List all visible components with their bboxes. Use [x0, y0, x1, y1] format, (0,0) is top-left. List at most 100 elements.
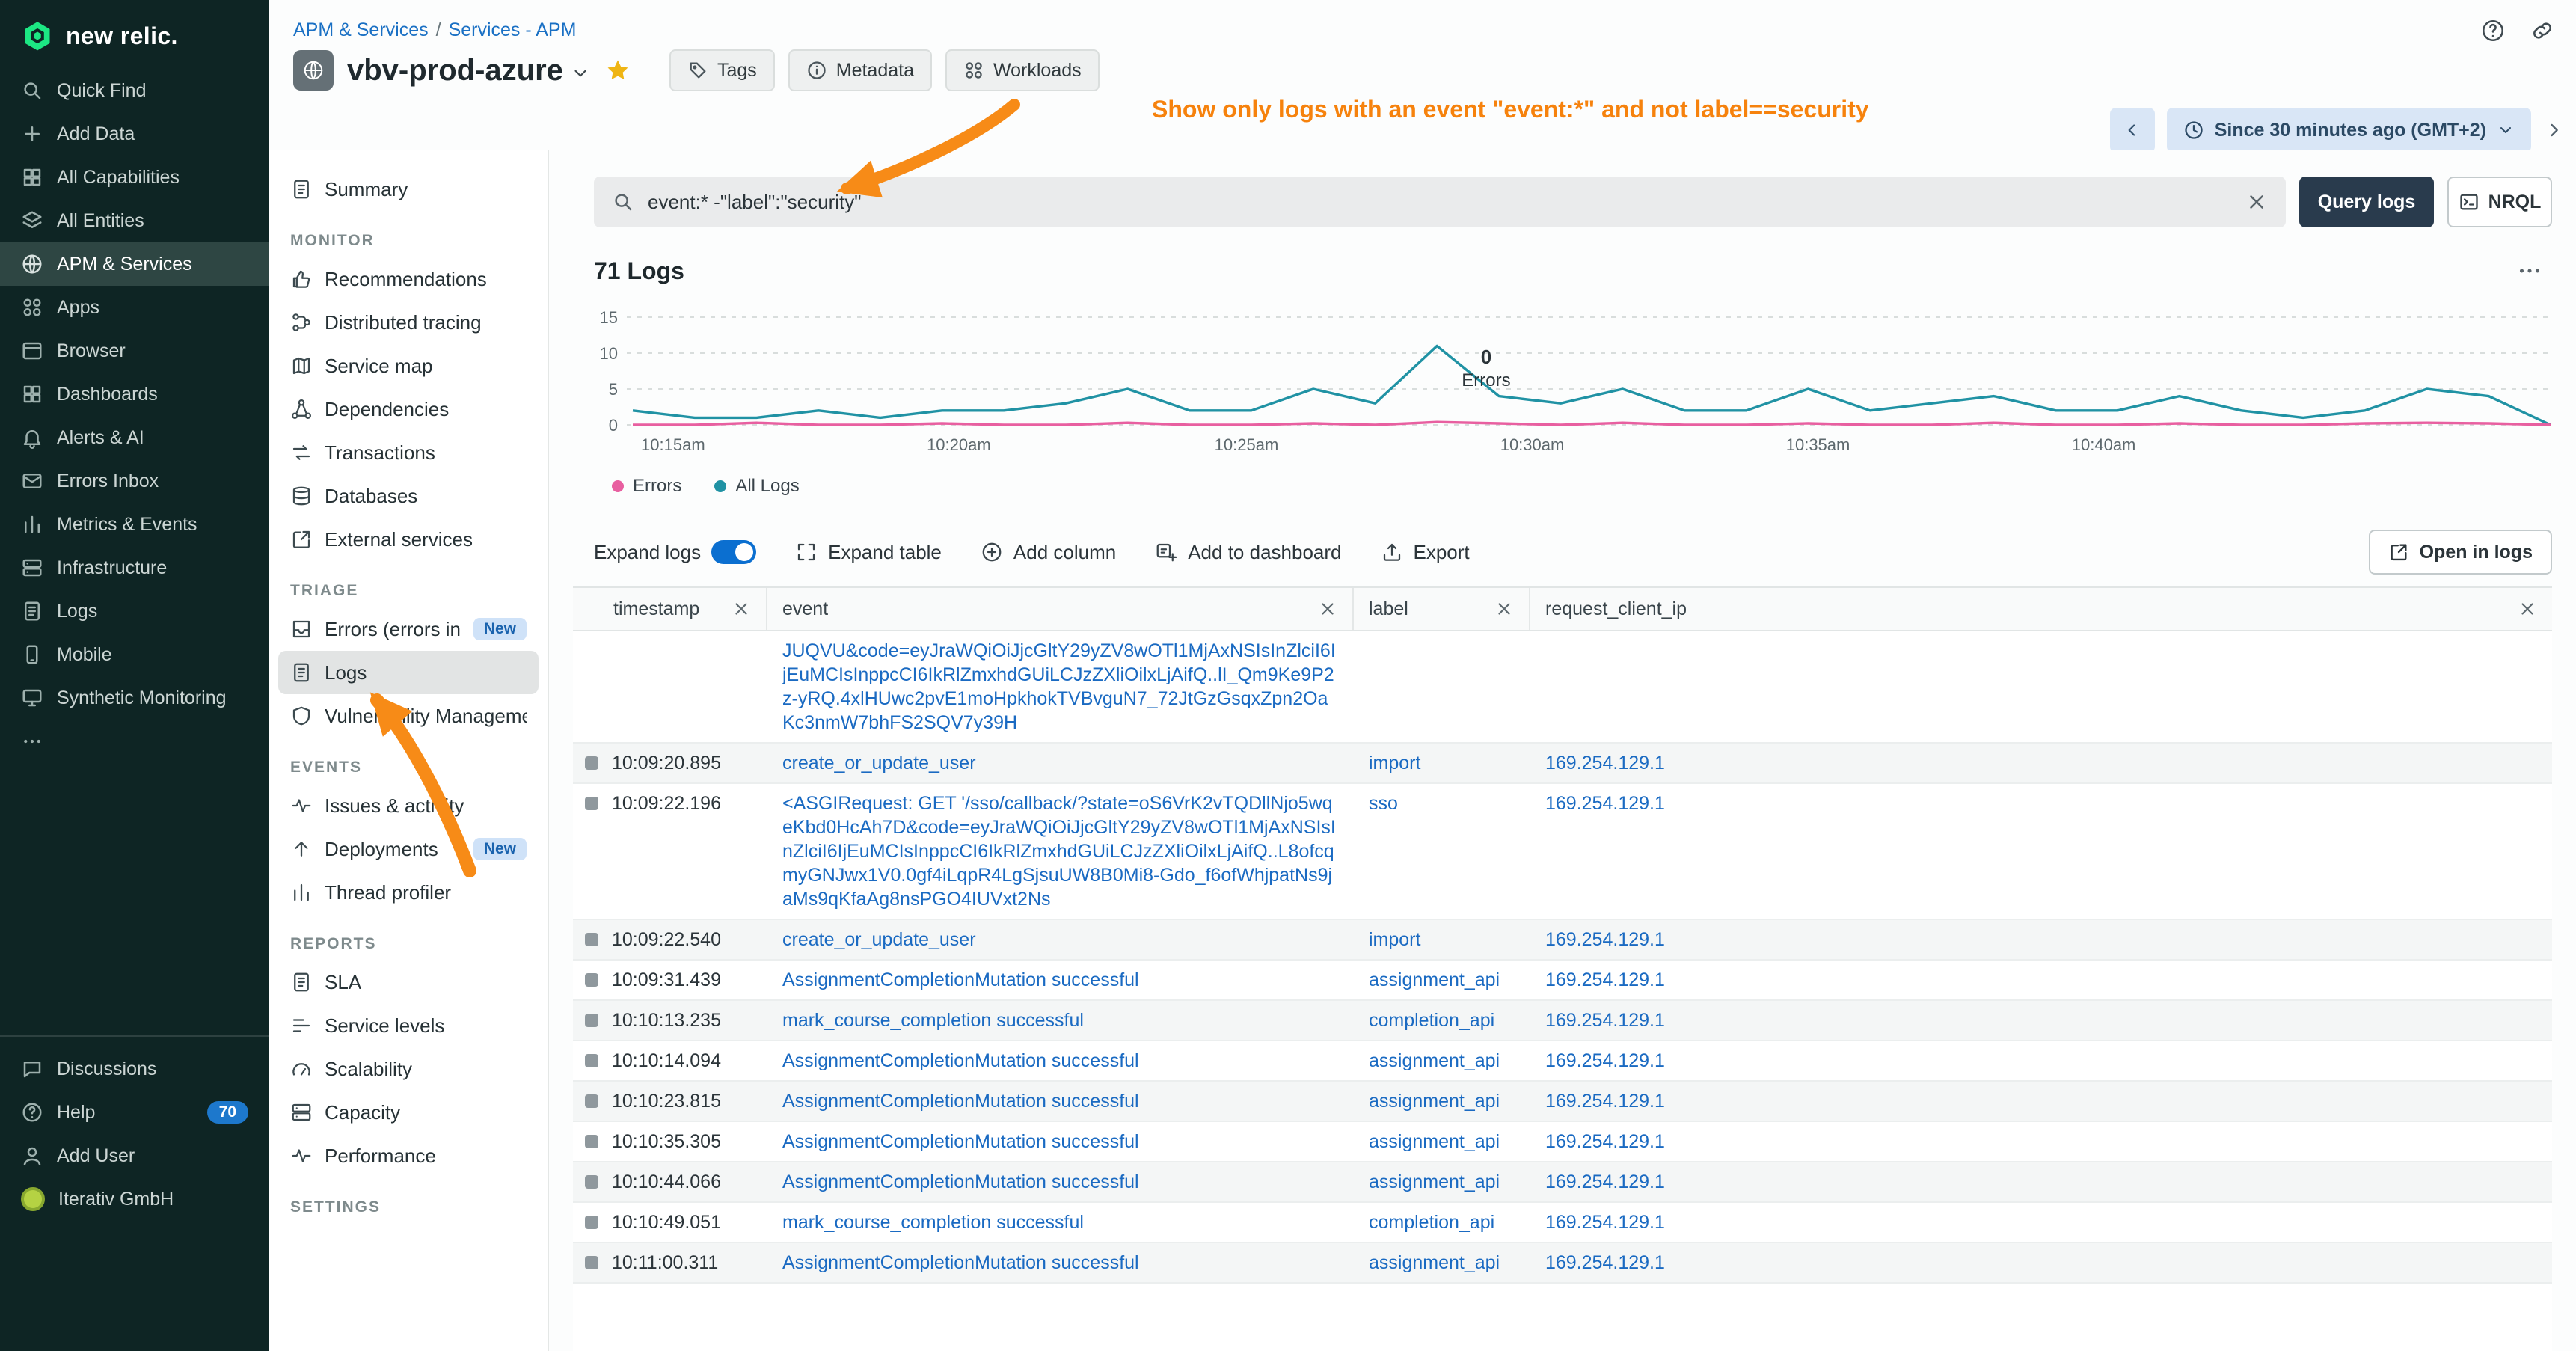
sidebar-item-quick-find[interactable]: Quick Find [0, 69, 269, 112]
query-logs-button[interactable]: Query logs [2299, 177, 2434, 227]
event-link[interactable]: AssignmentCompletionMutation successful [782, 1252, 1139, 1273]
expand-table-button[interactable]: Expand table [795, 541, 942, 564]
table-row[interactable]: 10:09:20.895 create_or_update_user impor… [573, 744, 2552, 784]
request-ip-link[interactable]: 169.254.129.1 [1545, 753, 1665, 773]
sidebar-item-logs[interactable]: Logs [0, 589, 269, 633]
remove-column-icon[interactable] [1494, 599, 1514, 619]
expand-logs-toggle[interactable] [711, 540, 756, 564]
subnav-item-performance[interactable]: Performance [278, 1134, 539, 1177]
table-row[interactable]: 10:09:22.540 create_or_update_user impor… [573, 920, 2552, 961]
request-ip-link[interactable]: 169.254.129.1 [1545, 1131, 1665, 1152]
event-link[interactable]: mark_course_completion successful [782, 1212, 1084, 1233]
table-row[interactable]: 10:11:00.311 AssignmentCompletionMutatio… [573, 1243, 2552, 1284]
event-link[interactable]: JUQVU&code=eyJraWQiOiJjcGltY29yZV8wOTl1M… [782, 640, 1336, 733]
label-link[interactable]: assignment_api [1369, 1171, 1500, 1192]
label-link[interactable]: assignment_api [1369, 1252, 1500, 1273]
workloads-button[interactable]: Workloads [945, 49, 1100, 91]
sidebar-item-browser[interactable]: Browser [0, 329, 269, 373]
request-ip-link[interactable]: 169.254.129.1 [1545, 1252, 1665, 1273]
open-in-logs-button[interactable]: Open in logs [2369, 530, 2552, 575]
table-row[interactable]: JUQVU&code=eyJraWQiOiJjcGltY29yZV8wOTl1M… [573, 631, 2552, 744]
sidebar-item-dashboards[interactable]: Dashboards [0, 373, 269, 416]
table-row[interactable]: 10:10:13.235 mark_course_completion succ… [573, 1001, 2552, 1041]
permalink-icon[interactable] [2530, 18, 2555, 43]
log-query-input[interactable] [648, 191, 2232, 214]
sidebar-item-discussions[interactable]: Discussions [0, 1047, 269, 1091]
add-column-button[interactable]: Add column [981, 541, 1116, 564]
sidebar-item-metrics-events[interactable]: Metrics & Events [0, 503, 269, 546]
help-icon[interactable] [2480, 18, 2506, 43]
table-row[interactable]: 10:10:35.305 AssignmentCompletionMutatio… [573, 1122, 2552, 1162]
favorite-star-icon[interactable] [605, 58, 631, 83]
subnav-item-errors-errors-inb[interactable]: Errors (errors inb...New [278, 607, 539, 651]
subnav-item-dependencies[interactable]: Dependencies [278, 387, 539, 431]
breadcrumb-link-apm-services[interactable]: APM & Services [293, 19, 429, 40]
newrelic-logo[interactable]: new relic. [0, 0, 269, 69]
event-link[interactable]: <ASGIRequest: GET '/sso/callback/?state=… [782, 793, 1336, 910]
event-link[interactable]: create_or_update_user [782, 753, 976, 773]
legend-item-all-logs[interactable]: All Logs [714, 476, 799, 497]
sidebar-item-add-user[interactable]: Add User [0, 1134, 269, 1177]
entity-chevron-down-icon[interactable] [571, 64, 590, 83]
table-row[interactable]: 10:10:44.066 AssignmentCompletionMutatio… [573, 1162, 2552, 1203]
subnav-item-recommendations[interactable]: Recommendations [278, 257, 539, 301]
request-ip-link[interactable]: 169.254.129.1 [1545, 1010, 1665, 1031]
sidebar-item-mobile[interactable]: Mobile [0, 633, 269, 676]
subnav-item-deployments[interactable]: DeploymentsNew [278, 827, 539, 871]
tags-button[interactable]: Tags [669, 49, 775, 91]
event-link[interactable]: mark_course_completion successful [782, 1010, 1084, 1031]
label-link[interactable]: completion_api [1369, 1212, 1494, 1233]
subnav-item-issues-activity[interactable]: Issues & activity [278, 784, 539, 827]
request-ip-link[interactable]: 169.254.129.1 [1545, 969, 1665, 990]
subnav-item-logs[interactable]: Logs [278, 651, 539, 694]
label-link[interactable]: completion_api [1369, 1010, 1494, 1031]
request-ip-link[interactable]: 169.254.129.1 [1545, 793, 1665, 814]
label-link[interactable]: sso [1369, 793, 1398, 814]
label-link[interactable]: import [1369, 753, 1420, 773]
event-link[interactable]: AssignmentCompletionMutation successful [782, 1091, 1139, 1112]
event-link[interactable]: AssignmentCompletionMutation successful [782, 1131, 1139, 1152]
subnav-item-transactions[interactable]: Transactions [278, 431, 539, 474]
sidebar-item-infrastructure[interactable]: Infrastructure [0, 546, 269, 589]
subnav-item-thread-profiler[interactable]: Thread profiler [278, 871, 539, 914]
sidebar-item-apps[interactable]: Apps [0, 286, 269, 329]
subnav-item-summary[interactable]: Summary [278, 168, 539, 211]
time-range-picker[interactable]: Since 30 minutes ago (GMT+2) [2167, 108, 2531, 153]
label-link[interactable]: assignment_api [1369, 969, 1500, 990]
chart-menu-icon[interactable] [2516, 257, 2543, 284]
nrql-button[interactable]: NRQL [2447, 177, 2552, 227]
remove-column-icon[interactable] [1318, 599, 1337, 619]
subnav-item-external-services[interactable]: External services [278, 518, 539, 561]
legend-item-errors[interactable]: Errors [612, 476, 681, 497]
sidebar-item-iterativ-gmbh[interactable]: Iterativ GmbH [0, 1177, 269, 1221]
subnav-item-vulnerability-management[interactable]: Vulnerability Management [278, 694, 539, 738]
sidebar-item-help[interactable]: Help70 [0, 1091, 269, 1134]
subnav-item-databases[interactable]: Databases [278, 474, 539, 518]
event-link[interactable]: AssignmentCompletionMutation successful [782, 1171, 1139, 1192]
sidebar-item-alerts-ai[interactable]: Alerts & AI [0, 416, 269, 459]
sidebar-item-errors-inbox[interactable]: Errors Inbox [0, 459, 269, 503]
metadata-button[interactable]: Metadata [788, 49, 932, 91]
subnav-item-service-map[interactable]: Service map [278, 344, 539, 387]
request-ip-link[interactable]: 169.254.129.1 [1545, 1212, 1665, 1233]
label-link[interactable]: assignment_api [1369, 1131, 1500, 1152]
table-row[interactable]: 10:09:31.439 AssignmentCompletionMutatio… [573, 961, 2552, 1001]
subnav-item-service-levels[interactable]: Service levels [278, 1004, 539, 1047]
request-ip-link[interactable]: 169.254.129.1 [1545, 1050, 1665, 1071]
event-link[interactable]: AssignmentCompletionMutation successful [782, 1050, 1139, 1071]
clear-query-icon[interactable] [2245, 191, 2268, 213]
sidebar-item-more[interactable] [0, 720, 269, 763]
event-link[interactable]: create_or_update_user [782, 929, 976, 950]
breadcrumb-link-services-apm[interactable]: Services - APM [449, 19, 577, 40]
request-ip-link[interactable]: 169.254.129.1 [1545, 1091, 1665, 1112]
sidebar-item-all-capabilities[interactable]: All Capabilities [0, 156, 269, 199]
request-ip-link[interactable]: 169.254.129.1 [1545, 1171, 1665, 1192]
time-back-button[interactable] [2110, 108, 2155, 153]
event-link[interactable]: AssignmentCompletionMutation successful [782, 969, 1139, 990]
subnav-item-sla[interactable]: SLA [278, 961, 539, 1004]
table-row[interactable]: 10:10:14.094 AssignmentCompletionMutatio… [573, 1041, 2552, 1082]
remove-column-icon[interactable] [732, 599, 751, 619]
request-ip-link[interactable]: 169.254.129.1 [1545, 929, 1665, 950]
sidebar-item-apm-services[interactable]: APM & Services [0, 242, 269, 286]
subnav-item-capacity[interactable]: Capacity [278, 1091, 539, 1134]
